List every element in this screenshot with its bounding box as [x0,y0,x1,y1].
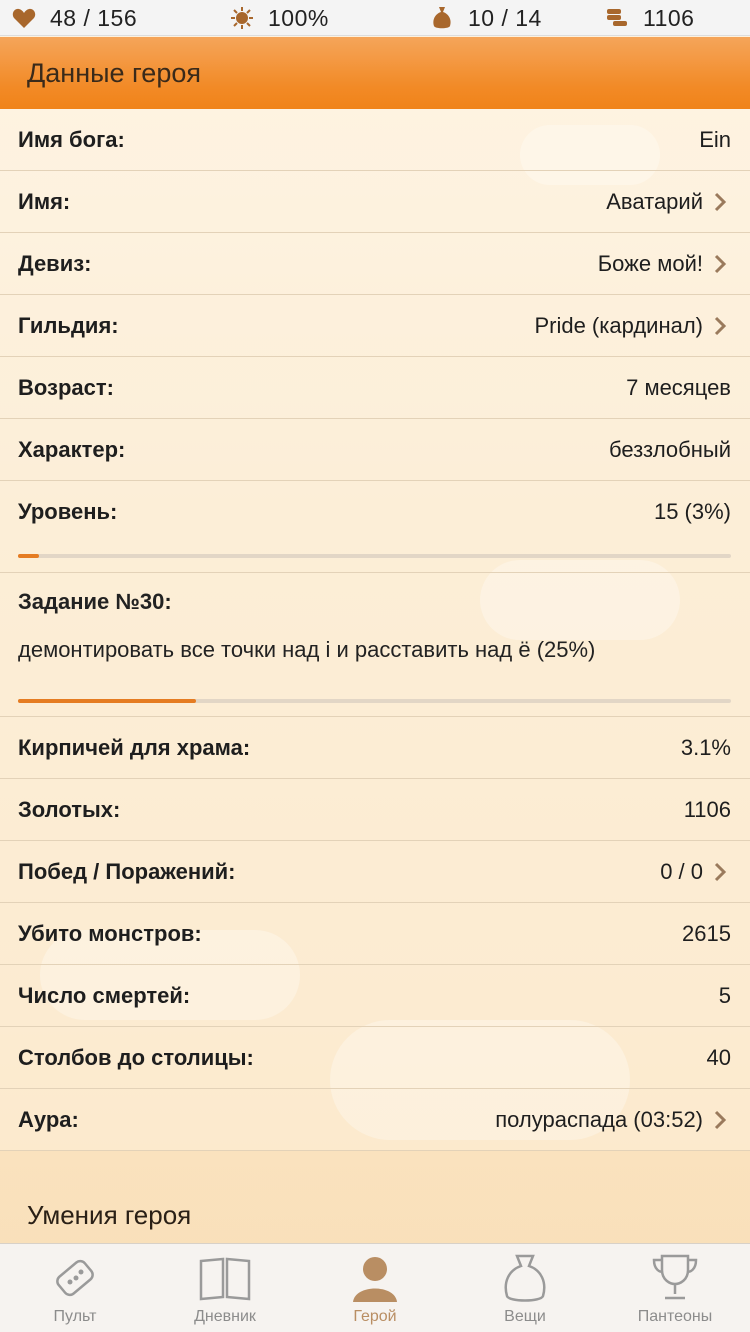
hero-data-header: Данные героя [0,37,750,109]
row-label: Число смертей: [18,982,191,1008]
row-quest: Задание №30: демонтировать все точки над… [0,573,750,717]
quest-title: Задание №30: [18,589,172,614]
row-temple-bricks: Кирпичей для храма: 3.1% [0,717,750,779]
hero-data-title: Данные героя [27,57,201,88]
row-value: полураспада (03:52) [495,1107,731,1133]
godpower-stat: 100% [230,0,329,36]
row-god-name: Имя бога: Ein [0,109,750,171]
row-label: Кирпичей для храма: [18,734,251,760]
row-value: Боже мой! [598,251,731,277]
inventory-stat: 10 / 14 [430,0,542,36]
tab-bar: Пульт Дневник Герой Вещи Пантеоны [0,1243,750,1332]
row-label: Имя: [18,188,71,214]
row-value: 3.1% [680,734,731,760]
gold-value: 1106 [643,4,695,31]
row-label: Гильдия: [18,312,119,338]
chevron-right-icon [713,315,731,337]
godpower-value: 100% [268,4,329,31]
gold-stat: 1106 [605,0,694,36]
money-bag-icon [430,6,454,30]
tab-label: Дневник [194,1308,256,1325]
row-motto[interactable]: Девиз: Боже мой! [0,233,750,295]
row-label: Аура: [18,1106,79,1132]
sun-icon [230,6,254,30]
level-progress-fill [18,554,40,558]
tab-items[interactable]: Вещи [450,1244,600,1332]
row-character: Характер: беззлобный [0,419,750,481]
row-value: 1106 [683,796,731,822]
tab-remote[interactable]: Пульт [0,1244,150,1332]
row-deaths: Число смертей: 5 [0,965,750,1027]
level-progress-bar [18,554,731,558]
row-value: 40 [706,1044,731,1070]
row-label: Уровень: [18,499,118,524]
row-label: Девиз: [18,250,92,276]
chevron-right-icon [713,191,731,213]
remote-icon [45,1250,105,1306]
bag-icon [495,1250,555,1306]
row-level: Уровень: 15 (3%) [0,481,750,573]
tab-pantheons[interactable]: Пантеоны [600,1244,750,1332]
row-label: Возраст: [18,374,114,400]
row-value: Аватарий [606,189,731,215]
coins-icon [605,6,629,30]
tab-label: Пульт [53,1308,97,1325]
row-guild[interactable]: Гильдия: Pride (кардинал) [0,295,750,357]
quest-text: демонтировать все точки над і и расстави… [18,637,596,662]
health-stat: 48 / 156 [12,0,137,36]
quest-progress-bar [18,699,731,703]
quest-progress-fill [18,699,197,703]
tab-label: Пантеоны [637,1308,713,1325]
row-value: 5 [718,982,731,1008]
row-label: Убито монстров: [18,920,202,946]
row-value: 2615 [682,920,731,946]
row-label: Имя бога: [18,126,125,152]
row-value: 0 / 0 [660,859,731,885]
chevron-right-icon [713,861,731,883]
inventory-value: 10 / 14 [468,4,542,31]
chevron-right-icon [713,253,731,275]
hero-icon [345,1250,405,1306]
health-value: 48 / 156 [50,4,138,31]
tab-diary[interactable]: Дневник [150,1244,300,1332]
row-value: беззлобный [609,436,731,462]
row-label: Побед / Поражений: [18,858,236,884]
row-wins-losses[interactable]: Побед / Поражений: 0 / 0 [0,841,750,903]
row-label: Характер: [18,436,126,462]
row-label: Столбов до столицы: [18,1044,254,1070]
row-label: Золотых: [18,796,121,822]
row-value: Pride (кардинал) [534,313,731,339]
heart-icon [12,6,36,30]
row-monsters-killed: Убито монстров: 2615 [0,903,750,965]
row-value: 7 месяцев [626,374,731,400]
hero-status-bar: 48 / 156 100% 10 / 14 1106 [0,0,750,36]
trophy-icon [645,1250,705,1306]
tab-label: Вещи [504,1308,546,1325]
tab-hero[interactable]: Герой [300,1244,450,1332]
hero-info-list: Имя бога: Ein Имя: Аватарий Девиз: Боже … [0,109,750,1151]
row-milestones: Столбов до столицы: 40 [0,1027,750,1089]
row-age: Возраст: 7 месяцев [0,357,750,419]
row-hero-name[interactable]: Имя: Аватарий [0,171,750,233]
row-gold: Золотых: 1106 [0,779,750,841]
row-aura[interactable]: Аура: полураспада (03:52) [0,1089,750,1151]
row-value: 15 (3%) [653,499,731,524]
skills-section-title: Умения героя [27,1200,192,1230]
chevron-right-icon [713,1109,731,1131]
book-icon [195,1250,255,1306]
row-value: Ein [699,126,731,152]
tab-label: Герой [353,1308,397,1325]
